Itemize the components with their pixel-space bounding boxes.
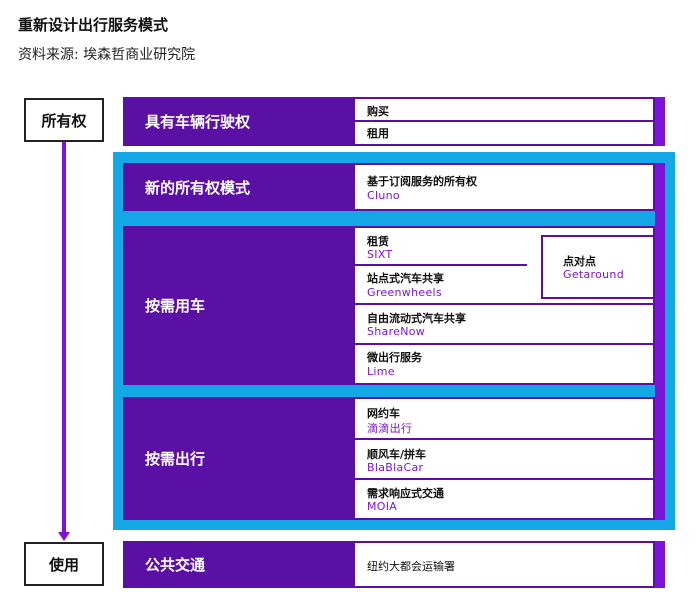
source-note: 资料来源: 埃森哲商业研究院 bbox=[18, 47, 196, 63]
accent-stripe bbox=[655, 97, 665, 146]
item-mta: 纽约大都会运输署 bbox=[367, 560, 455, 573]
example-moia: MOIA bbox=[367, 500, 398, 513]
divider bbox=[355, 303, 653, 305]
on-demand-travel-row: 按需出行 网约车 滴滴出行 顺风车/拼车 BlaBlaCar 需求响应式交通 M… bbox=[123, 397, 655, 520]
example-getaround: Getaround bbox=[563, 268, 624, 281]
accent-stripe bbox=[655, 163, 665, 520]
new-ownership-label: 新的所有权模式 bbox=[145, 178, 251, 197]
flow-arrowhead-icon bbox=[58, 532, 70, 541]
public-transport-label: 公共交通 bbox=[145, 556, 206, 574]
public-transport-row: 公共交通 纽约大都会运输署 bbox=[123, 541, 665, 588]
on-demand-car-label: 按需用车 bbox=[145, 297, 206, 315]
example-sixt: SIXT bbox=[367, 248, 393, 261]
item-carpooling: 顺风车/拼车 bbox=[367, 448, 427, 461]
on-demand-car-items: 租赁 SIXT 站点式汽车共享 Greenwheels 自由流动式汽车共享 Sh… bbox=[355, 228, 653, 383]
ownership-rights-label: 具有车辆行驶权 bbox=[145, 113, 251, 131]
divider bbox=[355, 264, 527, 266]
ownership-box: 所有权 bbox=[24, 98, 104, 142]
peer-to-peer-box: 点对点 Getaround bbox=[541, 235, 653, 299]
item-demand-responsive: 需求响应式交通 bbox=[367, 487, 444, 500]
example-sharenow: ShareNow bbox=[367, 325, 426, 338]
divider bbox=[355, 120, 653, 122]
on-demand-travel-label: 按需出行 bbox=[145, 450, 206, 468]
item-micromobility: 微出行服务 bbox=[367, 351, 422, 364]
divider bbox=[355, 478, 653, 480]
example-greenwheels: Greenwheels bbox=[367, 286, 442, 299]
item-purchase: 购买 bbox=[367, 105, 389, 118]
new-ownership-items: 基于订阅服务的所有权 Cluno bbox=[355, 165, 653, 209]
accent-stripe bbox=[655, 541, 665, 588]
item-subscription: 基于订阅服务的所有权 bbox=[367, 175, 477, 188]
new-ownership-row: 新的所有权模式 基于订阅服务的所有权 Cluno bbox=[123, 163, 655, 211]
divider bbox=[355, 438, 653, 440]
ownership-rights-items: 购买 租用 bbox=[355, 99, 653, 144]
on-demand-car-row: 按需用车 租赁 SIXT 站点式汽车共享 Greenwheels 自由流动式汽车… bbox=[123, 226, 655, 385]
flow-arrow-line bbox=[62, 142, 66, 534]
divider bbox=[355, 343, 653, 345]
diagram-title: 重新设计出行服务模式 bbox=[18, 16, 169, 34]
example-didi: 滴滴出行 bbox=[367, 422, 413, 435]
use-box: 使用 bbox=[24, 542, 104, 586]
item-rental: 租赁 bbox=[367, 235, 389, 248]
example-blablacar: BlaBlaCar bbox=[367, 461, 424, 474]
public-transport-items: 纽约大都会运输署 bbox=[355, 543, 653, 586]
example-cluno: Cluno bbox=[367, 189, 400, 202]
item-peer-to-peer: 点对点 bbox=[563, 255, 596, 268]
item-freefloating-carsharing: 自由流动式汽车共享 bbox=[367, 312, 466, 325]
item-ride-hailing: 网约车 bbox=[367, 407, 400, 420]
item-station-carsharing: 站点式汽车共享 bbox=[367, 272, 444, 285]
example-lime: Lime bbox=[367, 365, 395, 378]
item-rent: 租用 bbox=[367, 127, 389, 140]
on-demand-travel-items: 网约车 滴滴出行 顺风车/拼车 BlaBlaCar 需求响应式交通 MOIA bbox=[355, 399, 653, 518]
ownership-rights-row: 具有车辆行驶权 购买 租用 bbox=[123, 97, 665, 146]
